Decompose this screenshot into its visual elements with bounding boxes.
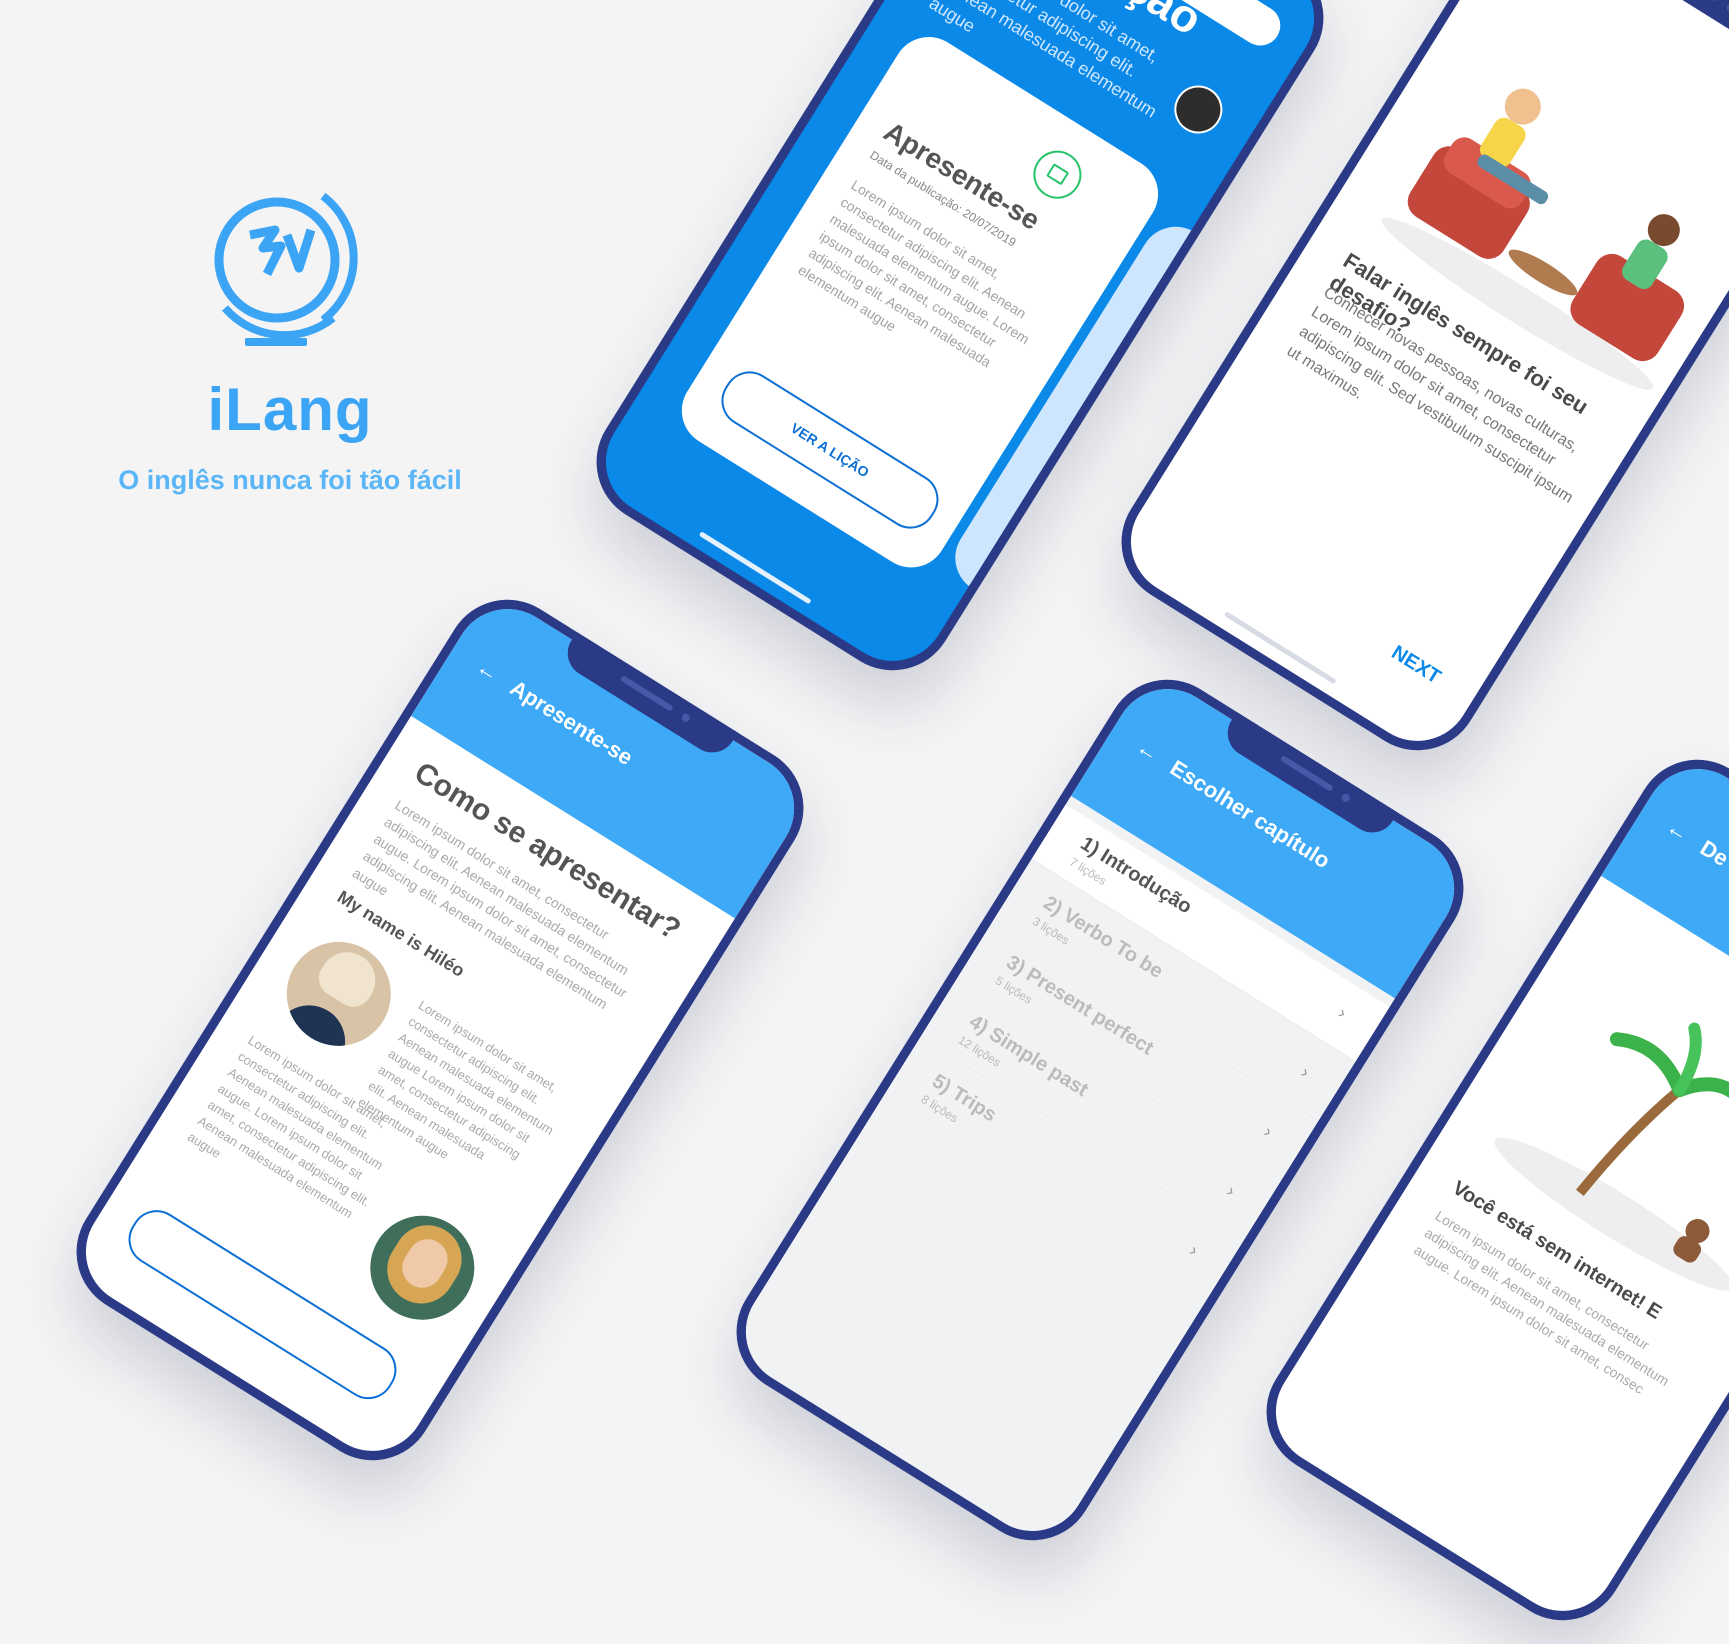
- chevron-right-icon: ›: [1297, 1061, 1314, 1083]
- chevron-right-icon: ›: [1186, 1240, 1202, 1261]
- back-arrow-icon[interactable]: ←: [1131, 734, 1164, 768]
- app-bar-title: De: [1695, 834, 1729, 872]
- chevron-right-icon: ›: [1223, 1180, 1239, 1201]
- globe-logo-icon: [214, 192, 358, 346]
- brand-tagline: O inglês nunca foi tão fácil: [118, 465, 462, 495]
- chevron-right-icon: ›: [1334, 1002, 1351, 1023]
- avatar-photo: [267, 922, 411, 1066]
- chevron-right-icon: ›: [1260, 1121, 1277, 1142]
- back-arrow-icon[interactable]: ←: [1661, 814, 1694, 848]
- next-button[interactable]: NEXT: [1387, 641, 1445, 689]
- phone-present: ← Apresente-se Como se apresentar? Lorem…: [53, 576, 827, 1484]
- brand-block: iLang O inglês nunca foi tão fácil: [100, 190, 480, 510]
- view-lesson-button[interactable]: VER A LIÇÃO: [711, 361, 949, 539]
- back-arrow-icon[interactable]: ←: [471, 654, 504, 688]
- brand-name: iLang: [207, 376, 373, 443]
- lock-icon: [1024, 141, 1091, 208]
